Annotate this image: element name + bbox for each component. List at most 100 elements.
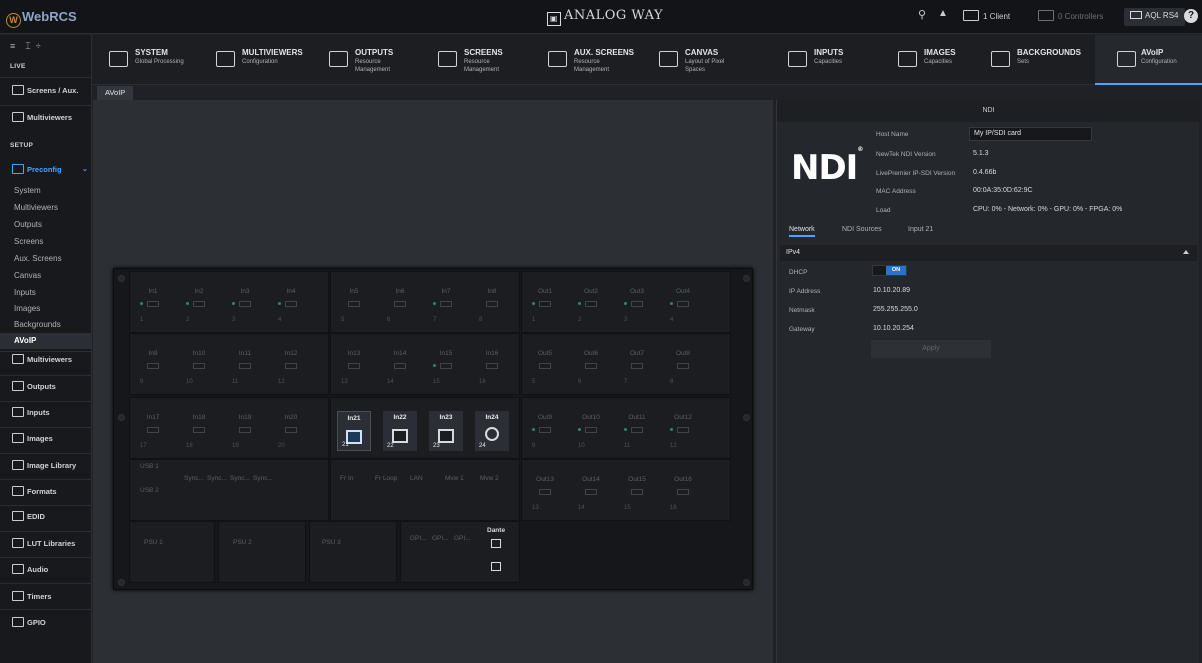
port-out3[interactable]: Out3 3 — [620, 285, 654, 325]
port-in3[interactable]: In3 3 — [228, 285, 262, 325]
sidebar-item-live-multiviewers[interactable]: Multiviewers — [0, 106, 92, 130]
port-out12[interactable]: Out12 12 — [666, 411, 700, 451]
sidebar-sub-outputs[interactable]: Outputs — [0, 217, 92, 233]
sidebar-item-images[interactable]: Images — [0, 427, 92, 451]
tab-ndi-sources[interactable]: NDI Sources — [842, 224, 882, 237]
port-in16[interactable]: In16 16 — [475, 347, 509, 387]
controllers-button[interactable]: 0 Controllers — [1038, 10, 1103, 21]
sidebar-item-screens-aux[interactable]: Screens / Aux. — [0, 79, 92, 103]
ipv4-section-header[interactable]: IPv4 — [780, 245, 1197, 261]
tab-network[interactable]: Network — [789, 224, 815, 237]
port-in6[interactable]: In6 6 — [383, 285, 417, 325]
ip-address-field[interactable]: 10.10.20.89 — [873, 287, 910, 294]
tab-avoip[interactable]: AVoIP — [97, 86, 134, 100]
port-out1[interactable]: Out1 1 — [528, 285, 562, 325]
gateway-field[interactable]: 10.10.20.254 — [873, 325, 914, 332]
port-in8[interactable]: In8 8 — [475, 285, 509, 325]
port-icon — [394, 301, 406, 307]
menu-icon[interactable]: ≡ — [10, 41, 15, 51]
port-out5[interactable]: Out5 5 — [528, 347, 562, 387]
sidebar-item-formats[interactable]: Formats — [0, 480, 92, 504]
port-out2[interactable]: Out2 2 — [574, 285, 608, 325]
port-icon — [486, 363, 498, 369]
port-out6[interactable]: Out6 6 — [574, 347, 608, 387]
notification-bell-icon[interactable]: ▲ — [938, 8, 948, 19]
sidebar-item-multiviewers[interactable]: Multiviewers — [0, 348, 92, 372]
port-in5[interactable]: In5 5 — [337, 285, 371, 325]
sidebar-sub-multiviewers[interactable]: Multiviewers — [0, 200, 92, 216]
sidebar-item-audio[interactable]: Audio — [0, 558, 92, 582]
port-in18[interactable]: In18 18 — [182, 411, 216, 451]
nav-aux-screens[interactable]: AUX. SCREENS Resource Management — [548, 35, 648, 85]
sidebar-sub-canvas[interactable]: Canvas — [0, 268, 92, 284]
help-icon[interactable]: ? — [1184, 9, 1198, 23]
sidebar-item-edid[interactable]: EDID — [0, 505, 92, 529]
nav-screens[interactable]: SCREENS Resource Management — [438, 35, 533, 85]
port-out13[interactable]: Out13 13 — [528, 473, 562, 513]
nav-avoip[interactable]: AVoIP Configuration — [1095, 35, 1202, 85]
search-icon[interactable]: ⚲ — [918, 8, 926, 21]
port-out16[interactable]: Out16 16 — [666, 473, 700, 513]
nav-backgrounds[interactable]: BACKGROUNDS Sets — [991, 35, 1091, 85]
split-icon[interactable]: ÷ — [36, 41, 41, 51]
sidebar-sub-inputs[interactable]: Inputs — [0, 285, 92, 301]
sidebar-item-outputs[interactable]: Outputs — [0, 375, 92, 399]
sidebar-sub-screens[interactable]: Screens — [0, 234, 92, 250]
device-button[interactable]: AQL RS4 — [1124, 8, 1185, 26]
sidebar-item-inputs[interactable]: Inputs — [0, 401, 92, 425]
port-out9[interactable]: Out9 9 — [528, 411, 562, 451]
port-in7[interactable]: In7 7 — [429, 285, 463, 325]
port-in17[interactable]: In17 17 — [136, 411, 170, 451]
port-out4[interactable]: Out4 4 — [666, 285, 700, 325]
sidebar-sub-aux-screens[interactable]: Aux. Screens — [0, 251, 92, 267]
sidebar-item-timers[interactable]: Timers — [0, 585, 92, 609]
filter-icon[interactable]: ⌶ — [25, 41, 30, 51]
sidebar-item-preconfig[interactable]: Preconfig ⌄ — [0, 158, 92, 182]
port-in23[interactable]: In23 23 — [429, 411, 463, 451]
sidebar-sub-system[interactable]: System — [0, 183, 92, 199]
sidebar-item-lut-libraries[interactable]: LUT Libraries — [0, 532, 92, 556]
port-out14[interactable]: Out14 14 — [574, 473, 608, 513]
host-name-field[interactable]: My IP/SDI card — [969, 127, 1092, 141]
nav-canvas[interactable]: CANVAS Layout of Pixel Spaces — [659, 35, 759, 85]
port-in2[interactable]: In2 2 — [182, 285, 216, 325]
app-logo[interactable]: W WebRCS — [6, 9, 77, 28]
port-label: Out12 — [674, 414, 692, 421]
port-in21[interactable]: In21 21 — [337, 411, 371, 451]
port-in10[interactable]: In10 10 — [182, 347, 216, 387]
nav-outputs[interactable]: OUTPUTS Resource Management — [329, 35, 424, 85]
tab-input-21[interactable]: Input 21 — [908, 224, 933, 237]
port-in4[interactable]: In4 4 — [274, 285, 308, 325]
port-in14[interactable]: In14 14 — [383, 347, 417, 387]
dante-port-icon[interactable] — [491, 562, 501, 571]
port-out11[interactable]: Out11 11 — [620, 411, 654, 451]
port-in20[interactable]: In20 20 — [274, 411, 308, 451]
port-in22[interactable]: In22 22 — [383, 411, 417, 451]
clients-button[interactable]: 1 Client — [963, 10, 1010, 21]
port-in19[interactable]: In19 19 — [228, 411, 262, 451]
port-in24[interactable]: In24 24 — [475, 411, 509, 451]
sidebar-sub-images[interactable]: Images — [0, 301, 92, 317]
nav-images[interactable]: IMAGES Capacities — [898, 35, 988, 85]
port-out15[interactable]: Out15 15 — [620, 473, 654, 513]
port-in12[interactable]: In12 12 — [274, 347, 308, 387]
sidebar-sub-backgrounds[interactable]: Backgrounds — [0, 317, 92, 333]
nav-multiviewers[interactable]: MULTIVIEWERS Configuration — [216, 35, 316, 85]
netmask-field[interactable]: 255.255.255.0 — [873, 306, 918, 313]
port-in11[interactable]: In11 11 — [228, 347, 262, 387]
apply-button[interactable]: Apply — [871, 340, 991, 358]
dhcp-toggle[interactable]: ON — [872, 265, 907, 276]
nav-inputs[interactable]: INPUTS Capacities — [788, 35, 878, 85]
nav-system[interactable]: SYSTEM Global Processing — [109, 35, 209, 85]
port-in9[interactable]: In9 9 — [136, 347, 170, 387]
dante-port-icon[interactable] — [491, 539, 501, 548]
port-out8[interactable]: Out8 8 — [666, 347, 700, 387]
sidebar-item-gpio[interactable]: GPIO — [0, 611, 92, 635]
port-in1[interactable]: In1 1 — [136, 285, 170, 325]
port-in15[interactable]: In15 15 — [429, 347, 463, 387]
port-in13[interactable]: In13 13 — [337, 347, 371, 387]
port-out10[interactable]: Out10 10 — [574, 411, 608, 451]
port-out7[interactable]: Out7 7 — [620, 347, 654, 387]
sidebar-sub-avoip[interactable]: AVoIP — [0, 333, 92, 349]
sidebar-item-image-library[interactable]: Image Library — [0, 454, 92, 478]
